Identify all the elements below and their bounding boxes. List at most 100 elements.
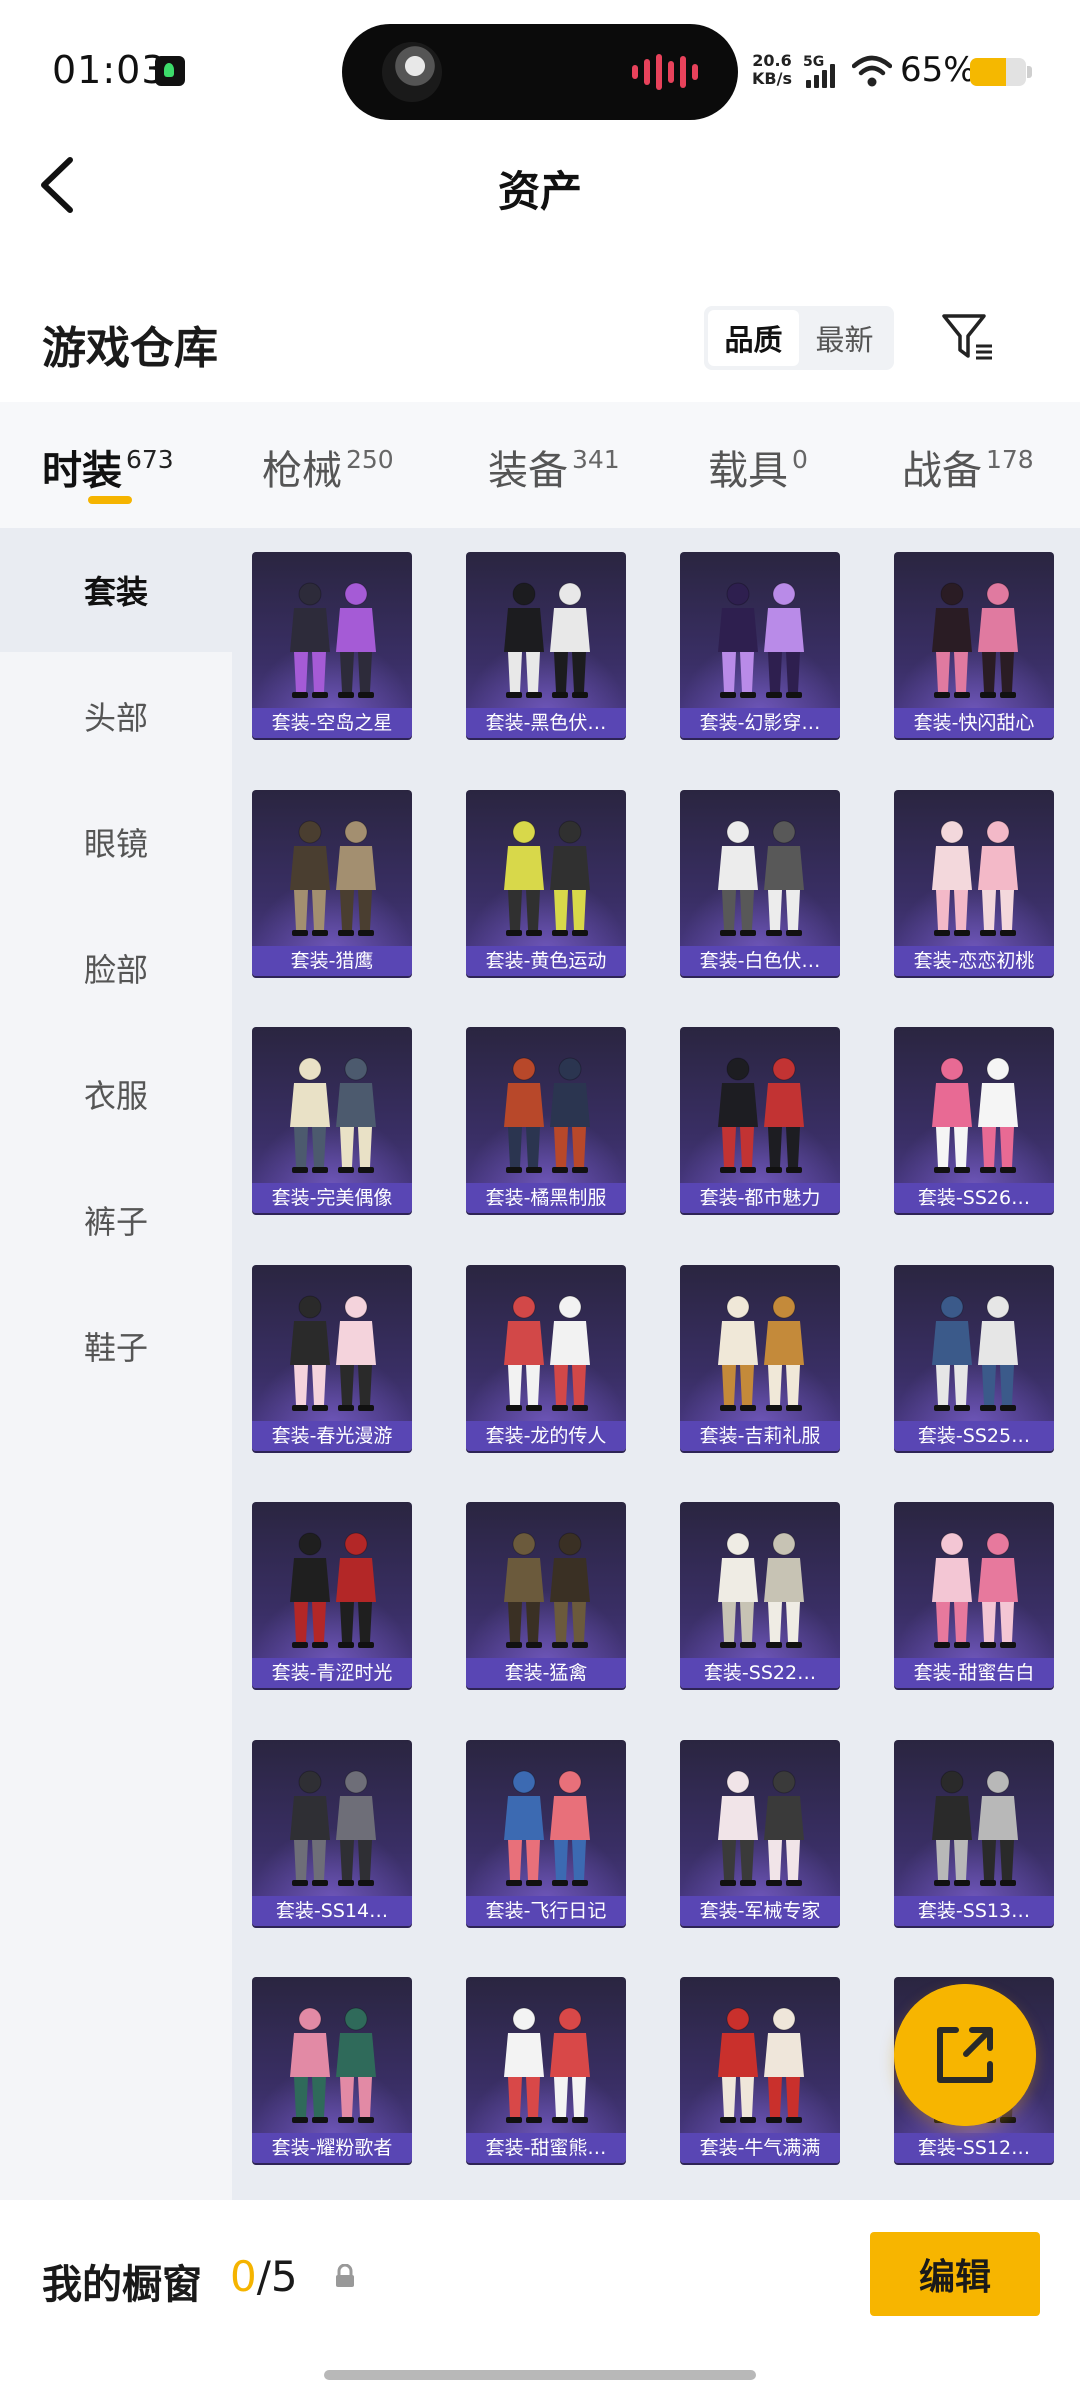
tab-label: 装备 bbox=[488, 448, 568, 494]
outfit-card[interactable]: 套装-橘黑制服 bbox=[466, 1027, 626, 1213]
outfit-card-label: 套装-猛禽 bbox=[466, 1658, 626, 1688]
tab-weapons[interactable]: 枪械 250 bbox=[262, 438, 394, 496]
home-indicator[interactable] bbox=[324, 2370, 756, 2380]
outfit-card-label: 套装-快闪甜心 bbox=[894, 708, 1054, 738]
outfit-card[interactable]: 套装-猛禽 bbox=[466, 1502, 626, 1688]
sort-by-quality[interactable]: 品质 bbox=[708, 310, 799, 366]
outfit-thumbnail bbox=[504, 582, 590, 698]
battery-percent: 65% bbox=[900, 50, 976, 90]
showcase-total: /5 bbox=[256, 2252, 298, 2301]
outfit-thumbnail bbox=[290, 1057, 376, 1173]
sort-by-newest[interactable]: 最新 bbox=[799, 310, 890, 366]
page-title: 资产 bbox=[497, 167, 582, 216]
sidebar-item-shoes[interactable]: 鞋子 bbox=[0, 1284, 232, 1408]
outfit-thumbnail bbox=[290, 1770, 376, 1886]
showcase-label: 我的橱窗 bbox=[42, 2262, 202, 2308]
outfit-thumbnail bbox=[718, 820, 804, 936]
outfit-thumbnail bbox=[718, 1532, 804, 1648]
outfit-thumbnail bbox=[290, 2007, 376, 2123]
sidebar-item-face[interactable]: 脸部 bbox=[0, 906, 232, 1030]
warehouse-title: 游戏仓库 bbox=[42, 323, 218, 374]
net-speed-unit: KB/s bbox=[752, 69, 792, 88]
outfit-thumbnail bbox=[718, 1057, 804, 1173]
outfit-card[interactable]: 套装-SS22… bbox=[680, 1502, 840, 1688]
outfit-card[interactable]: 套装-都市魅力 bbox=[680, 1027, 840, 1213]
outfit-card-label: 套装-耀粉歌者 bbox=[252, 2133, 412, 2163]
outfit-card[interactable]: 套装-黑色伏… bbox=[466, 552, 626, 738]
outfit-thumbnail bbox=[932, 820, 1018, 936]
outfit-card-label: 套装-龙的传人 bbox=[466, 1420, 626, 1451]
outfit-card[interactable]: 套装-耀粉歌者 bbox=[252, 1977, 412, 2163]
outfit-card[interactable]: 套装-SS25… bbox=[894, 1264, 1054, 1451]
outfit-card[interactable]: 套装-甜蜜告白 bbox=[894, 1502, 1054, 1688]
outfit-card-label: 套装-飞行日记 bbox=[466, 1895, 626, 1926]
outfit-card-label: 套装-甜蜜告白 bbox=[894, 1658, 1054, 1688]
sidebar-item-pants[interactable]: 裤子 bbox=[0, 1158, 232, 1282]
net-speed: 20.6 KB/s bbox=[752, 52, 792, 88]
tab-label: 枪械 bbox=[262, 448, 342, 494]
outfit-card[interactable]: 套装-完美偶像 bbox=[252, 1027, 412, 1213]
outfit-thumbnail bbox=[504, 1057, 590, 1173]
outfit-card[interactable]: 套装-军械专家 bbox=[680, 1739, 840, 1926]
tab-count: 673 bbox=[126, 445, 174, 474]
outfit-card[interactable]: 套装-SS13… bbox=[894, 1739, 1054, 1926]
sidebar-item-head[interactable]: 头部 bbox=[0, 654, 232, 778]
music-app-icon bbox=[155, 56, 185, 86]
outfit-card[interactable]: 套装-甜蜜熊… bbox=[466, 1977, 626, 2163]
outfit-card[interactable]: 套装-吉莉礼服 bbox=[680, 1264, 840, 1451]
showcase-current: 0 bbox=[230, 2252, 257, 2301]
outfit-card[interactable]: 套装-白色伏… bbox=[680, 789, 840, 976]
outfit-card[interactable]: 套装-青涩时光 bbox=[252, 1502, 412, 1688]
outfit-card-label: 套装-幻影穿… bbox=[680, 708, 840, 738]
tab-equipment[interactable]: 装备 341 bbox=[488, 438, 620, 496]
outfit-card-label: 套装-白色伏… bbox=[680, 945, 840, 976]
tab-count: 250 bbox=[346, 445, 394, 474]
outfit-thumbnail bbox=[932, 1057, 1018, 1173]
outfit-card[interactable]: 套装-空岛之星 bbox=[252, 552, 412, 738]
outfit-card[interactable]: 套装-龙的传人 bbox=[466, 1264, 626, 1451]
now-playing-avatar bbox=[382, 42, 442, 102]
edit-button[interactable]: 编辑 bbox=[870, 2232, 1040, 2316]
outfit-card[interactable]: 套装-黄色运动 bbox=[466, 789, 626, 976]
outfit-card-label: 套装-SS25… bbox=[894, 1420, 1054, 1451]
outfit-thumbnail bbox=[932, 1532, 1018, 1648]
tab-fashion[interactable]: 时装 673 bbox=[42, 438, 174, 496]
outfit-thumbnail bbox=[504, 1532, 590, 1648]
battery-cap bbox=[1027, 66, 1032, 78]
category-tabs: 时装 673 枪械 250 装备 341 载具 0 战备 178 bbox=[0, 402, 1080, 528]
outfit-card[interactable]: 套装-SS14… bbox=[252, 1739, 412, 1926]
tab-label: 时装 bbox=[42, 448, 122, 494]
outfit-thumbnail bbox=[290, 1295, 376, 1411]
outfit-thumbnail bbox=[504, 820, 590, 936]
tab-supplies[interactable]: 战备 178 bbox=[902, 438, 1034, 496]
outfit-card[interactable]: 套装-快闪甜心 bbox=[894, 552, 1054, 738]
outfit-card[interactable]: 套装-猎鹰 bbox=[252, 789, 412, 976]
share-button[interactable] bbox=[894, 1984, 1036, 2126]
battery-icon bbox=[970, 58, 1026, 86]
tab-count: 0 bbox=[792, 445, 808, 474]
audio-wave-icon bbox=[632, 54, 698, 90]
tab-vehicles[interactable]: 载具 0 bbox=[708, 438, 808, 496]
outfit-card-label: 套装-甜蜜熊… bbox=[466, 2133, 626, 2163]
item-grid: 套装-空岛之星 套装-黑色伏… 套装-幻影穿… 套装-快闪甜心套装-猎鹰 套装-黄色运动… bbox=[232, 528, 1080, 2200]
dynamic-island[interactable] bbox=[342, 24, 738, 120]
sidebar-item-suits[interactable]: 套装 bbox=[0, 528, 232, 652]
filter-icon[interactable] bbox=[940, 312, 996, 364]
outfit-card-label: 套装-都市魅力 bbox=[680, 1183, 840, 1213]
showcase-count: 0/5 bbox=[230, 2252, 298, 2301]
outfit-card-label: 套装-SS22… bbox=[680, 1658, 840, 1688]
outfit-card[interactable]: 套装-恋恋初桃 bbox=[894, 789, 1054, 976]
outfit-card[interactable]: 套装-春光漫游 bbox=[252, 1264, 412, 1451]
outfit-card-label: 套装-空岛之星 bbox=[252, 708, 412, 738]
outfit-card[interactable]: 套装-幻影穿… bbox=[680, 552, 840, 738]
status-time: 01:03 bbox=[52, 48, 167, 92]
outfit-thumbnail bbox=[504, 2007, 590, 2123]
outfit-thumbnail bbox=[290, 582, 376, 698]
outfit-card[interactable]: 套装-牛气满满 bbox=[680, 1977, 840, 2163]
outfit-thumbnail bbox=[290, 1532, 376, 1648]
outfit-card[interactable]: 套装-SS26… bbox=[894, 1027, 1054, 1213]
sort-toggle: 品质 最新 bbox=[704, 306, 894, 370]
outfit-card[interactable]: 套装-飞行日记 bbox=[466, 1739, 626, 1926]
sidebar-item-clothes[interactable]: 衣服 bbox=[0, 1032, 232, 1156]
sidebar-item-glasses[interactable]: 眼镜 bbox=[0, 780, 232, 904]
